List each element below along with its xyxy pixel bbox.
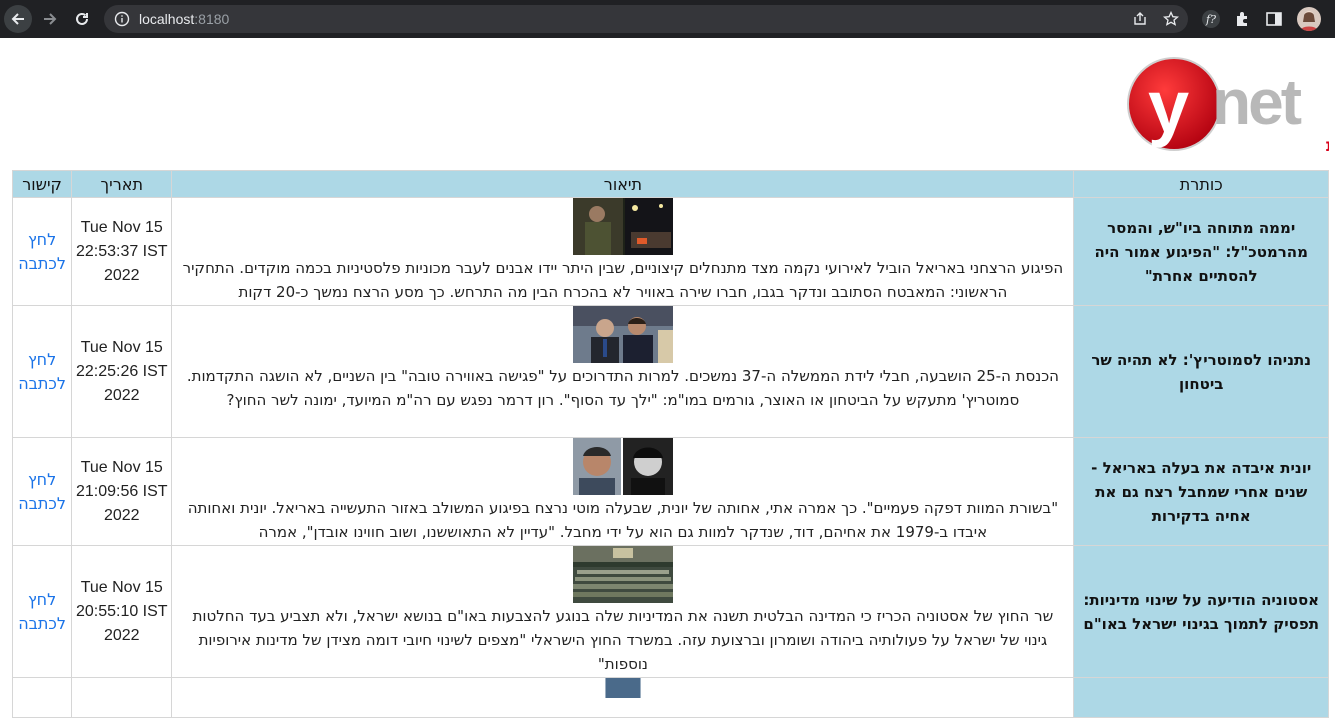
- url-text: localhost:8180: [139, 11, 229, 27]
- article-description: שר החוץ של אסטוניה הכריז כי המדינה הבלטי…: [192, 607, 1054, 673]
- side-panel-icon[interactable]: [1264, 9, 1284, 29]
- table-header-row: כותרת תיאור תאריך קישור: [11, 170, 1329, 198]
- article-title: נתניהו לסמוטריץ': לא תהיה שר ביטחון: [1073, 305, 1329, 438]
- profile-photo-icon: [1300, 11, 1318, 31]
- forward-button[interactable]: [36, 5, 64, 33]
- profile-avatar[interactable]: [1297, 7, 1321, 31]
- article-link[interactable]: לחץ לכתבה: [18, 470, 66, 513]
- article-link[interactable]: לחץ לכתבה: [18, 590, 66, 633]
- article-description: "בשורת המוות דפקה פעמיים". כך אמרה אתי, …: [187, 499, 1059, 541]
- article-title: יממה מתוחה ביו"ש, והמסר מהרמטכ"ל: "הפיגו…: [1073, 197, 1329, 306]
- article-date: Tue Nov 15 21:09:56 IST 2022: [71, 437, 173, 546]
- table-row: יונית איבדה את בעלה באריאל - שנים אחרי ש…: [11, 437, 1329, 546]
- arrow-left-icon: [11, 13, 24, 25]
- ynet-logo: y net ידיעות אחרונות: [1127, 57, 1329, 156]
- article-description: הפיגוע הרצחני באריאל הוביל לאירועי נקמה …: [182, 259, 1064, 301]
- date-day: Tue Nov 15: [80, 338, 163, 356]
- formula-extension-icon[interactable]: f?: [1201, 9, 1221, 29]
- reload-icon: [76, 12, 88, 25]
- date-day: Tue Nov 15: [80, 578, 163, 596]
- article-description-cell: [171, 677, 1075, 718]
- article-description-cell: "בשורת המוות דפקה פעמיים". כך אמרה אתי, …: [171, 437, 1075, 546]
- article-description-cell: הכנסת ה-25 הושבעה, חבלי לידת הממשלה ה-37…: [171, 305, 1075, 438]
- article-link-cell: לחץ לכתבה: [11, 197, 73, 306]
- date-year: 2022: [103, 506, 140, 524]
- browser-toolbar: localhost:8180 f?: [0, 0, 1335, 38]
- date-year: 2022: [103, 386, 140, 404]
- table-row: יממה מתוחה ביו"ש, והמסר מהרמטכ"ל: "הפיגו…: [11, 197, 1329, 306]
- arrow-right-icon: [44, 13, 57, 25]
- article-link-cell: לחץ לכתבה: [11, 305, 73, 438]
- article-link[interactable]: לחץ לכתבה: [18, 350, 66, 393]
- svg-text:y: y: [1148, 65, 1189, 148]
- svg-text:f?: f?: [1205, 13, 1216, 26]
- article-thumbnail: [572, 198, 673, 255]
- article-title: יונית איבדה את בעלה באריאל - שנים אחרי ש…: [1073, 437, 1329, 546]
- extensions-puzzle-icon[interactable]: [1233, 9, 1253, 29]
- table-row: נתניהו לסמוטריץ': לא תהיה שר ביטחון הכנס…: [11, 305, 1329, 438]
- table-row: [11, 677, 1329, 718]
- date-day: Tue Nov 15: [80, 218, 163, 236]
- share-icon[interactable]: [1132, 11, 1148, 27]
- date-time: 22:25:26 IST: [75, 362, 168, 380]
- article-link-cell: [11, 677, 73, 718]
- url-host: localhost: [139, 11, 195, 27]
- address-bar[interactable]: localhost:8180: [104, 5, 1188, 33]
- header-description: תיאור: [171, 170, 1075, 198]
- article-link-cell: לחץ לכתבה: [11, 437, 73, 546]
- header-link: קישור: [11, 170, 73, 198]
- news-table: כותרת תיאור תאריך קישור יממה מתוחה ביו"ש…: [11, 170, 1329, 718]
- article-title: [1073, 677, 1329, 718]
- reload-button[interactable]: [68, 5, 96, 33]
- article-date: Tue Nov 15 22:25:26 IST 2022: [71, 305, 173, 438]
- url-port: :8180: [194, 11, 230, 27]
- date-time: 20:55:10 IST: [75, 602, 168, 620]
- date-day: Tue Nov 15: [80, 458, 163, 476]
- header-title: כותרת: [1073, 170, 1329, 198]
- article-description-cell: שר החוץ של אסטוניה הכריז כי המדינה הבלטי…: [171, 545, 1075, 678]
- table-row: אסטוניה הודיעה על שינוי מדיניות: תפסיק ל…: [11, 545, 1329, 678]
- article-date: Tue Nov 15 20:55:10 IST 2022: [71, 545, 173, 678]
- article-thumbnail: [572, 546, 673, 603]
- article-date: Tue Nov 15 22:53:37 IST 2022: [71, 197, 173, 306]
- info-icon[interactable]: [114, 11, 130, 27]
- article-date: [71, 677, 173, 718]
- article-link-cell: לחץ לכתבה: [11, 545, 73, 678]
- article-thumbnail: [572, 306, 673, 363]
- article-description-cell: הפיגוע הרצחני באריאל הוביל לאירועי נקמה …: [171, 197, 1075, 306]
- header-date: תאריך: [71, 170, 173, 198]
- article-link[interactable]: לחץ לכתבה: [18, 230, 66, 273]
- article-title: אסטוניה הודיעה על שינוי מדיניות: תפסיק ל…: [1073, 545, 1329, 678]
- date-time: 21:09:56 IST: [75, 482, 168, 500]
- article-description: הכנסת ה-25 הושבעה, חבלי לידת הממשלה ה-37…: [186, 367, 1059, 409]
- date-time: 22:53:37 IST: [75, 242, 168, 260]
- article-thumbnail: [572, 438, 673, 495]
- svg-text:net: net: [1212, 66, 1302, 138]
- star-icon[interactable]: [1163, 11, 1179, 27]
- date-year: 2022: [103, 626, 140, 644]
- article-thumbnail: [605, 678, 641, 698]
- svg-text:ידיעות אחרונות: ידיעות אחרונות: [1326, 136, 1329, 156]
- back-button[interactable]: [4, 5, 32, 33]
- date-year: 2022: [103, 266, 140, 284]
